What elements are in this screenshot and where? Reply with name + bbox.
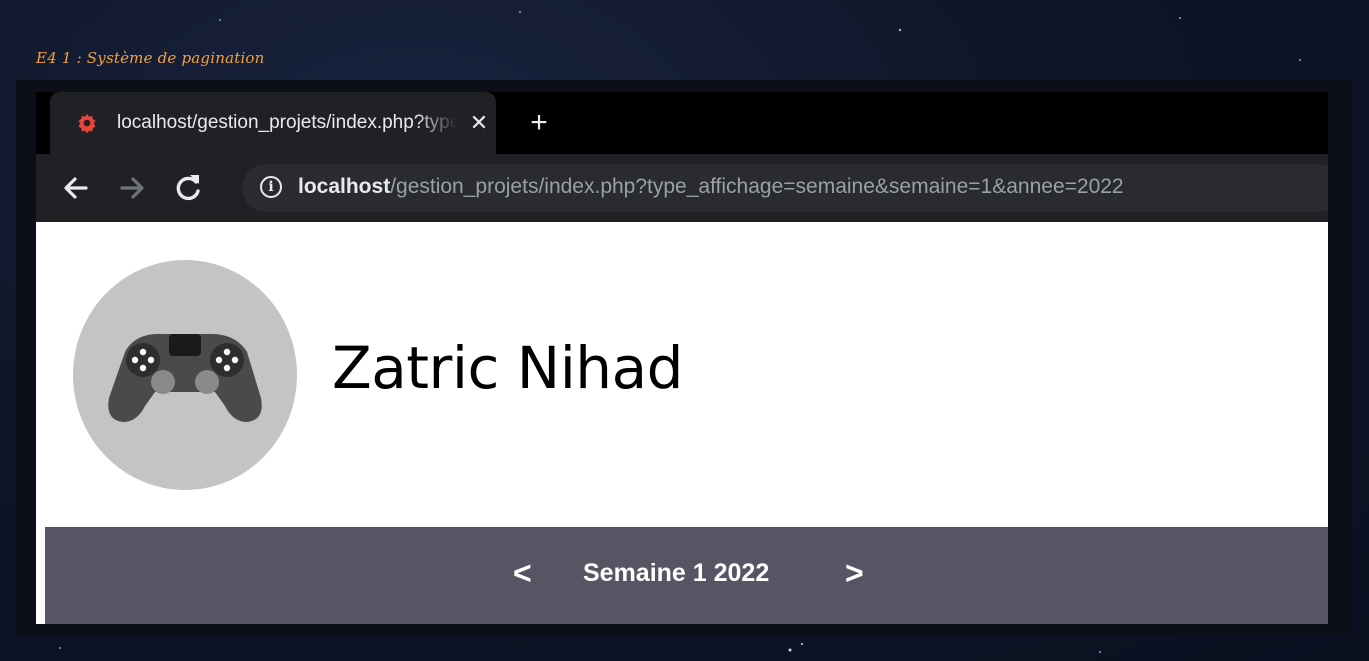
pagination-bar: < Semaine 1 2022 > [45,527,1328,624]
forward-button[interactable] [110,166,154,210]
tab-title: localhost/gestion_projets/index.php?type… [117,112,457,133]
back-button[interactable] [54,166,98,210]
url-host: localhost [298,175,391,198]
previous-week-button[interactable]: < [513,553,532,593]
reload-button[interactable] [166,166,210,210]
address-bar[interactable]: i localhost/gestion_projets/index.php?ty… [242,164,1328,212]
reload-icon [176,175,200,201]
gear-icon [78,113,96,134]
browser-window: localhost/gestion_projets/index.php?type… [36,92,1328,624]
slide-caption: E4 1 : Système de pagination [36,49,265,67]
tab-strip: localhost/gestion_projets/index.php?type… [36,92,1328,154]
web-page: Zatric Nihad < Semaine 1 2022 > [36,222,1328,624]
forward-arrow-icon [120,177,144,199]
info-icon[interactable]: i [260,176,282,198]
tab-close-button[interactable]: ✕ [466,110,492,136]
current-week-label: Semaine 1 2022 [583,559,770,587]
profile-name: Zatric Nihad [332,334,683,402]
browser-tab[interactable]: localhost/gestion_projets/index.php?type… [50,92,496,154]
url-text[interactable]: localhost/gestion_projets/index.php?type… [298,175,1124,201]
avatar [73,260,297,490]
url-path: /gestion_projets/index.php?type_affichag… [390,175,1124,198]
gamepad-icon [108,333,262,422]
new-tab-button[interactable]: + [524,108,554,138]
next-week-button[interactable]: > [845,553,864,593]
back-arrow-icon [64,177,88,199]
browser-toolbar: i localhost/gestion_projets/index.php?ty… [36,154,1328,222]
